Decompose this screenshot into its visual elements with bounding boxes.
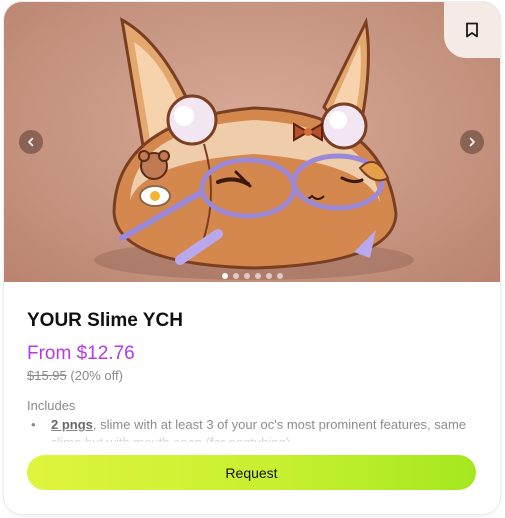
- carousel-dot[interactable]: [266, 273, 272, 279]
- carousel-dot[interactable]: [222, 273, 228, 279]
- includes-heading: Includes: [27, 398, 76, 413]
- bookmark-button[interactable]: [444, 2, 500, 58]
- product-image-carousel[interactable]: [4, 2, 500, 282]
- product-card: YOUR Slime YCH From $12.76 $15.95 (20% o…: [4, 2, 500, 514]
- discount-note: (20% off): [70, 368, 123, 383]
- chevron-left-icon: [28, 137, 34, 147]
- product-title: YOUR Slime YCH: [27, 310, 183, 331]
- product-price: From $12.76: [27, 343, 135, 364]
- original-price-row: $15.95 (20% off): [27, 368, 123, 383]
- bookmark-icon: [466, 22, 478, 38]
- content-fade: [4, 426, 500, 448]
- carousel-dot[interactable]: [233, 273, 239, 279]
- carousel-next-button[interactable]: [460, 130, 484, 154]
- carousel-dot[interactable]: [277, 273, 283, 279]
- slime-bunny-artwork: [94, 17, 414, 280]
- request-button[interactable]: Request: [27, 455, 476, 490]
- original-price: $15.95: [27, 368, 67, 383]
- carousel-pagination: [222, 273, 283, 279]
- carousel-dot[interactable]: [255, 273, 261, 279]
- chevron-right-icon: [469, 137, 475, 147]
- carousel-prev-button[interactable]: [19, 130, 43, 154]
- carousel-dot[interactable]: [244, 273, 250, 279]
